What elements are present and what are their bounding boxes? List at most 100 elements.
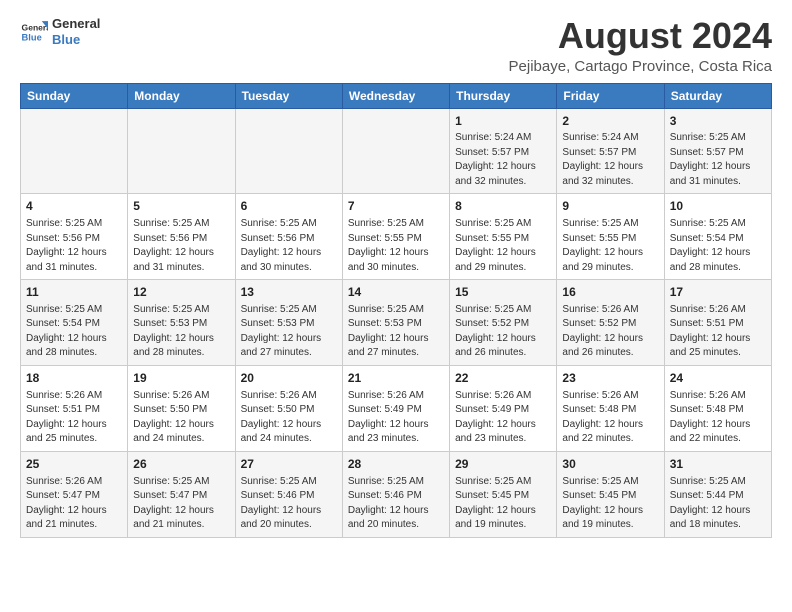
calendar-cell [235,108,342,194]
weekday-header-thursday: Thursday [450,83,557,108]
day-number: 22 [455,370,551,387]
calendar-cell [128,108,235,194]
day-info: Sunrise: 5:25 AM Sunset: 5:55 PM Dayligh… [348,217,444,275]
day-info: Sunrise: 5:24 AM Sunset: 5:57 PM Dayligh… [455,131,551,189]
calendar-cell: 30 Sunrise: 5:25 AM Sunset: 5:45 PM Dayli… [557,451,664,537]
month-year-title: August 2024 [509,16,772,56]
day-number: 14 [348,284,444,301]
day-number: 17 [670,284,766,301]
calendar-cell: 11Sunrise: 5:25 AM Sunset: 5:54 PM Dayli… [21,280,128,366]
day-number: 7 [348,198,444,215]
calendar-cell: 21 Sunrise: 5:26 AM Sunset: 5:49 PM Dayli… [342,365,449,451]
calendar-cell: 25 Sunrise: 5:26 AM Sunset: 5:47 PM Dayli… [21,451,128,537]
weekday-header-saturday: Saturday [664,83,771,108]
day-number: 1 [455,113,551,130]
calendar-cell [21,108,128,194]
day-number: 2 [562,113,658,130]
logo-icon: General Blue [20,18,48,46]
day-number: 4 [26,198,122,215]
calendar-cell [342,108,449,194]
day-info: Sunrise: 5:25 AM Sunset: 5:45 PM Dayligh… [562,475,658,533]
day-number: 19 [133,370,229,387]
day-number: 8 [455,198,551,215]
calendar-cell: 9 Sunrise: 5:25 AM Sunset: 5:55 PM Daylig… [557,194,664,280]
day-number: 26 [133,456,229,473]
calendar-cell: 31 Sunrise: 5:25 AM Sunset: 5:44 PM Dayli… [664,451,771,537]
calendar-cell: 19Sunrise: 5:26 AM Sunset: 5:50 PM Dayli… [128,365,235,451]
day-info: Sunrise: 5:25 AM Sunset: 5:53 PM Dayligh… [133,303,229,361]
calendar-cell: 8 Sunrise: 5:25 AM Sunset: 5:55 PM Daylig… [450,194,557,280]
day-info: Sunrise: 5:26 AM Sunset: 5:48 PM Dayligh… [670,389,766,447]
calendar-cell: 14 Sunrise: 5:25 AM Sunset: 5:53 PM Dayli… [342,280,449,366]
day-info: Sunrise: 5:25 AM Sunset: 5:53 PM Dayligh… [348,303,444,361]
day-info: Sunrise: 5:25 AM Sunset: 5:46 PM Dayligh… [348,475,444,533]
calendar-cell: 12 Sunrise: 5:25 AM Sunset: 5:53 PM Dayli… [128,280,235,366]
day-info: Sunrise: 5:25 AM Sunset: 5:45 PM Dayligh… [455,475,551,533]
day-info: Sunrise: 5:26 AM Sunset: 5:47 PM Dayligh… [26,475,122,533]
day-info: Sunrise: 5:26 AM Sunset: 5:51 PM Dayligh… [670,303,766,361]
weekday-header-tuesday: Tuesday [235,83,342,108]
calendar-cell: 29Sunrise: 5:25 AM Sunset: 5:45 PM Dayli… [450,451,557,537]
day-number: 31 [670,456,766,473]
day-info: Sunrise: 5:26 AM Sunset: 5:52 PM Dayligh… [562,303,658,361]
day-number: 27 [241,456,337,473]
day-number: 10 [670,198,766,215]
calendar-cell: 27 Sunrise: 5:25 AM Sunset: 5:46 PM Dayli… [235,451,342,537]
weekday-header-wednesday: Wednesday [342,83,449,108]
day-number: 25 [26,456,122,473]
day-info: Sunrise: 5:26 AM Sunset: 5:51 PM Dayligh… [26,389,122,447]
day-info: Sunrise: 5:25 AM Sunset: 5:47 PM Dayligh… [133,475,229,533]
week-row-2: 4 Sunrise: 5:25 AM Sunset: 5:56 PM Daylig… [21,194,772,280]
weekday-header-sunday: Sunday [21,83,128,108]
weekday-header-friday: Friday [557,83,664,108]
day-number: 12 [133,284,229,301]
day-info: Sunrise: 5:25 AM Sunset: 5:52 PM Dayligh… [455,303,551,361]
day-number: 28 [348,456,444,473]
day-info: Sunrise: 5:24 AM Sunset: 5:57 PM Dayligh… [562,131,658,189]
svg-text:Blue: Blue [22,32,42,42]
day-info: Sunrise: 5:25 AM Sunset: 5:56 PM Dayligh… [241,217,337,275]
day-number: 9 [562,198,658,215]
day-info: Sunrise: 5:25 AM Sunset: 5:55 PM Dayligh… [562,217,658,275]
weekday-header-monday: Monday [128,83,235,108]
calendar-cell: 18 Sunrise: 5:26 AM Sunset: 5:51 PM Dayli… [21,365,128,451]
week-row-5: 25 Sunrise: 5:26 AM Sunset: 5:47 PM Dayli… [21,451,772,537]
logo-line2: Blue [52,32,100,48]
title-block: August 2024 Pejibaye, Cartago Province, … [509,16,772,75]
day-number: 5 [133,198,229,215]
week-row-3: 11Sunrise: 5:25 AM Sunset: 5:54 PM Dayli… [21,280,772,366]
week-row-1: 1Sunrise: 5:24 AM Sunset: 5:57 PM Daylig… [21,108,772,194]
logo: General Blue General Blue [20,16,100,47]
day-number: 30 [562,456,658,473]
day-number: 3 [670,113,766,130]
week-row-4: 18 Sunrise: 5:26 AM Sunset: 5:51 PM Dayli… [21,365,772,451]
day-number: 24 [670,370,766,387]
page-header: General Blue General Blue August 2024 Pe… [20,16,772,75]
day-info: Sunrise: 5:25 AM Sunset: 5:46 PM Dayligh… [241,475,337,533]
calendar-cell: 1Sunrise: 5:24 AM Sunset: 5:57 PM Daylig… [450,108,557,194]
day-info: Sunrise: 5:26 AM Sunset: 5:49 PM Dayligh… [455,389,551,447]
svg-text:General: General [22,22,48,32]
calendar-cell: 24 Sunrise: 5:26 AM Sunset: 5:48 PM Dayli… [664,365,771,451]
weekday-header-row: SundayMondayTuesdayWednesdayThursdayFrid… [21,83,772,108]
day-number: 20 [241,370,337,387]
day-info: Sunrise: 5:26 AM Sunset: 5:48 PM Dayligh… [562,389,658,447]
day-info: Sunrise: 5:25 AM Sunset: 5:44 PM Dayligh… [670,475,766,533]
day-info: Sunrise: 5:26 AM Sunset: 5:50 PM Dayligh… [241,389,337,447]
day-info: Sunrise: 5:26 AM Sunset: 5:49 PM Dayligh… [348,389,444,447]
location-subtitle: Pejibaye, Cartago Province, Costa Rica [509,58,772,75]
day-number: 18 [26,370,122,387]
day-info: Sunrise: 5:25 AM Sunset: 5:56 PM Dayligh… [26,217,122,275]
day-number: 21 [348,370,444,387]
day-number: 23 [562,370,658,387]
logo-line1: General [52,16,100,32]
calendar-cell: 3Sunrise: 5:25 AM Sunset: 5:57 PM Daylig… [664,108,771,194]
calendar-cell: 17 Sunrise: 5:26 AM Sunset: 5:51 PM Dayli… [664,280,771,366]
day-info: Sunrise: 5:25 AM Sunset: 5:55 PM Dayligh… [455,217,551,275]
calendar-cell: 10 Sunrise: 5:25 AM Sunset: 5:54 PM Dayli… [664,194,771,280]
day-info: Sunrise: 5:25 AM Sunset: 5:54 PM Dayligh… [670,217,766,275]
calendar-cell: 22 Sunrise: 5:26 AM Sunset: 5:49 PM Dayli… [450,365,557,451]
calendar-table: SundayMondayTuesdayWednesdayThursdayFrid… [20,83,772,538]
day-number: 6 [241,198,337,215]
calendar-cell: 26 Sunrise: 5:25 AM Sunset: 5:47 PM Dayli… [128,451,235,537]
